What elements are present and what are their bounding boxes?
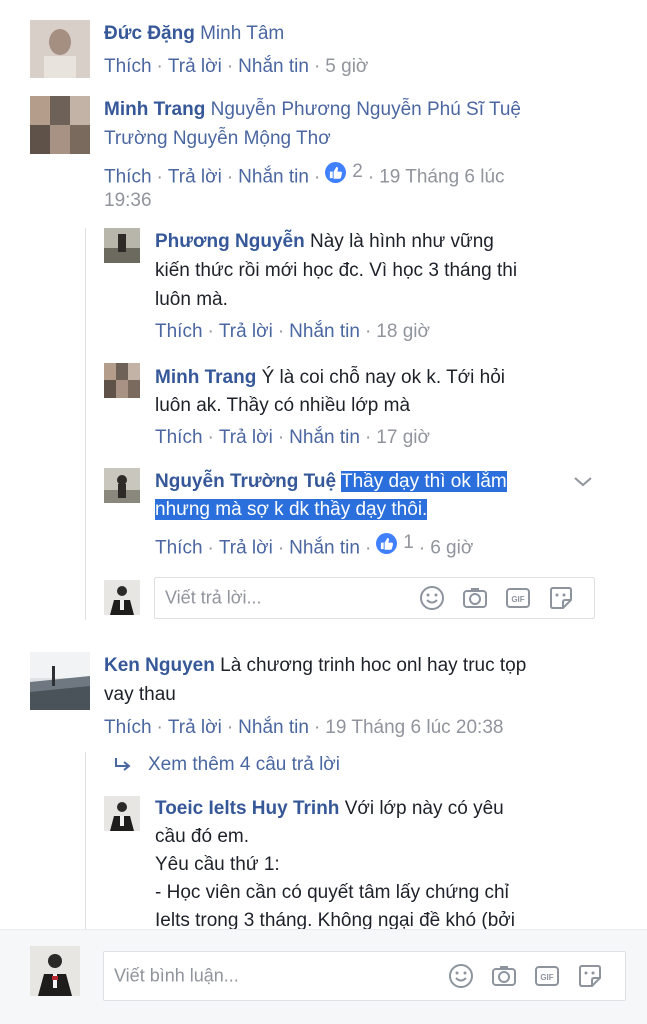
selected-text: Thầy dạy thì ok lắm <box>340 471 507 492</box>
comment-input-placeholder: Viết bình luận... <box>114 965 239 986</box>
comment-text: Đức Đặng Minh Tâm <box>104 20 284 48</box>
like-count[interactable]: 1 <box>376 529 414 557</box>
avatar[interactable] <box>30 652 90 710</box>
avatar[interactable] <box>104 796 140 831</box>
see-more-replies[interactable]: Xem thêm 4 câu trả lời <box>112 751 340 779</box>
reply-text: Minh Trang Ý là coi chỗ nay ok k. Tới hỏ… <box>155 367 506 388</box>
reply-link[interactable]: Trả lời <box>168 717 222 738</box>
emoji-icon[interactable] <box>417 583 447 613</box>
svg-text:GIF: GIF <box>511 595 524 604</box>
like-link[interactable]: Thích <box>155 538 203 559</box>
avatar[interactable] <box>104 468 140 503</box>
like-link[interactable]: Thích <box>104 717 152 738</box>
commenter-name[interactable]: Minh Trang <box>104 99 205 120</box>
tagged-name[interactable]: Minh Tâm <box>200 23 284 44</box>
reply-text: Phương Nguyễn Này là hình như vững <box>155 231 494 252</box>
comment-actions: Thích · Trả lời · Nhắn tin · 5 giờ <box>104 56 369 77</box>
commenter-name[interactable]: Ken Nguyen <box>104 655 215 676</box>
reply-text-line: luôn ak. Thầy có nhiều lớp mà <box>155 395 411 416</box>
timestamp[interactable]: 19 Tháng 6 lúc <box>379 167 504 188</box>
reply-text-line: kiến thức rồi mới học đc. Vì học 3 tháng… <box>155 260 518 281</box>
gif-icon[interactable]: GIF <box>532 961 562 991</box>
reply-input[interactable]: Viết trả lời... GIF <box>154 577 595 619</box>
camera-icon[interactable] <box>489 961 519 991</box>
reply-input-placeholder: Viết trả lời... <box>165 587 262 608</box>
camera-icon[interactable] <box>460 583 490 613</box>
svg-text:GIF: GIF <box>540 973 553 982</box>
reply-text: Toeic Ielts Huy Trinh Với lớp này có yêu <box>155 798 504 819</box>
avatar[interactable] <box>104 363 140 398</box>
message-link[interactable]: Nhắn tin <box>238 56 309 77</box>
comment-actions: Thích · Trả lời · Nhắn tin · 19 Tháng 6 lúc 20… <box>104 717 504 738</box>
thread-line <box>85 228 86 620</box>
like-link[interactable]: Thích <box>155 321 203 342</box>
timestamp[interactable]: 19 Tháng 6 lúc 20:38 <box>325 717 503 738</box>
reply-text-line: luôn mà. <box>155 289 228 310</box>
clipped-text-region: Ielts trong 3 tháng. Không ngại đề khó (… <box>0 907 647 929</box>
reply-text-line: nhưng mà sợ k dk thầy dạy thôi. <box>155 496 428 524</box>
emoji-icon[interactable] <box>446 961 476 991</box>
sticker-icon[interactable] <box>546 583 576 613</box>
message-link[interactable]: Nhắn tin <box>238 167 309 188</box>
message-link[interactable]: Nhắn tin <box>238 717 309 738</box>
replier-name[interactable]: Nguyễn Trường Tuệ <box>155 471 336 492</box>
replier-name[interactable]: Minh Trang <box>155 367 256 388</box>
comment-text: Ken Nguyen Là chương trinh hoc onl hay t… <box>104 655 527 676</box>
reply-text: Nguyễn Trường Tuệ Thầy dạy thì ok lắm <box>155 468 507 496</box>
like-link[interactable]: Thích <box>104 56 152 77</box>
like-link[interactable]: Thích <box>104 167 152 188</box>
reply-text-line: Ielts trong 3 tháng. Không ngại đề khó (… <box>155 910 515 929</box>
reply-link[interactable]: Trả lời <box>219 427 273 448</box>
chevron-down-icon[interactable] <box>572 474 594 490</box>
comment-text-line: vay thau <box>104 684 176 705</box>
reply-actions: Thích · Trả lời · Nhắn tin · 1 · 6 giờ <box>155 529 473 563</box>
reply-link[interactable]: Trả lời <box>219 321 273 342</box>
sticker-icon[interactable] <box>575 961 605 991</box>
commenter-name[interactable]: Đức Đặng <box>104 23 195 44</box>
timestamp-cont[interactable]: 19:36 <box>104 187 152 215</box>
avatar[interactable] <box>30 20 90 78</box>
thumbs-up-icon <box>325 161 347 183</box>
replier-name[interactable]: Phương Nguyễn <box>155 231 305 252</box>
avatar <box>30 946 80 996</box>
like-link[interactable]: Thích <box>155 427 203 448</box>
thumbs-up-icon <box>376 532 398 554</box>
avatar <box>104 580 140 615</box>
selected-text: nhưng mà sợ k dk thầy dạy thôi. <box>155 499 428 520</box>
gif-icon[interactable]: GIF <box>503 583 533 613</box>
reply-actions: Thích · Trả lời · Nhắn tin · 17 giờ <box>155 427 430 448</box>
tagged-names[interactable]: Nguyễn Phương Nguyễn Phú Sĩ Tuệ <box>211 99 521 120</box>
timestamp[interactable]: 17 giờ <box>376 427 430 448</box>
like-count[interactable]: 2 <box>325 158 363 186</box>
reply-text-line: Yêu cầu thứ 1: <box>155 854 280 875</box>
reply-actions: Thích · Trả lời · Nhắn tin · 18 giờ <box>155 321 430 342</box>
replier-name[interactable]: Toeic Ielts Huy Trinh <box>155 798 339 819</box>
message-link[interactable]: Nhắn tin <box>289 427 360 448</box>
message-link[interactable]: Nhắn tin <box>289 321 360 342</box>
reply-link[interactable]: Trả lời <box>219 538 273 559</box>
comment-actions: Thích · Trả lời · Nhắn tin · 2 · 19 Tháng 6 lúc <box>104 158 505 192</box>
timestamp[interactable]: 18 giờ <box>376 321 430 342</box>
timestamp[interactable]: 6 giờ <box>430 538 473 559</box>
reply-link[interactable]: Trả lời <box>168 56 222 77</box>
tagged-names-cont[interactable]: Trường Nguyễn Mộng Thơ <box>104 125 331 153</box>
timestamp[interactable]: 5 giờ <box>325 56 368 77</box>
reply-arrow-icon <box>112 755 134 775</box>
avatar[interactable] <box>104 228 140 263</box>
comment-text: Minh Trang Nguyễn Phương Nguyễn Phú Sĩ T… <box>104 96 521 124</box>
reply-link[interactable]: Trả lời <box>168 167 222 188</box>
message-link[interactable]: Nhắn tin <box>289 538 360 559</box>
reply-text-line: cầu đó em. <box>155 826 249 847</box>
avatar[interactable] <box>30 96 90 154</box>
comment-input[interactable]: Viết bình luận... GIF <box>103 951 626 1001</box>
reply-text-line: - Học viên cần có quyết tâm lấy chứng ch… <box>155 882 509 903</box>
